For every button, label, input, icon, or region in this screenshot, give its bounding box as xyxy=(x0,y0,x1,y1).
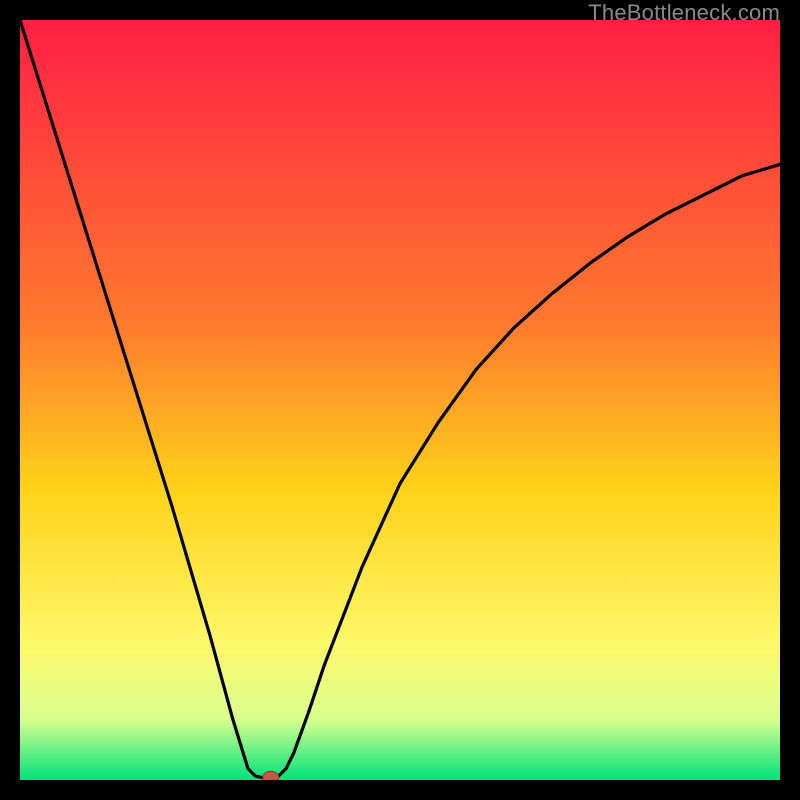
optimum-marker xyxy=(263,771,279,780)
gradient-background xyxy=(20,20,780,780)
watermark-text: TheBottleneck.com xyxy=(588,0,780,26)
chart-frame xyxy=(20,20,780,780)
chart-svg xyxy=(20,20,780,780)
